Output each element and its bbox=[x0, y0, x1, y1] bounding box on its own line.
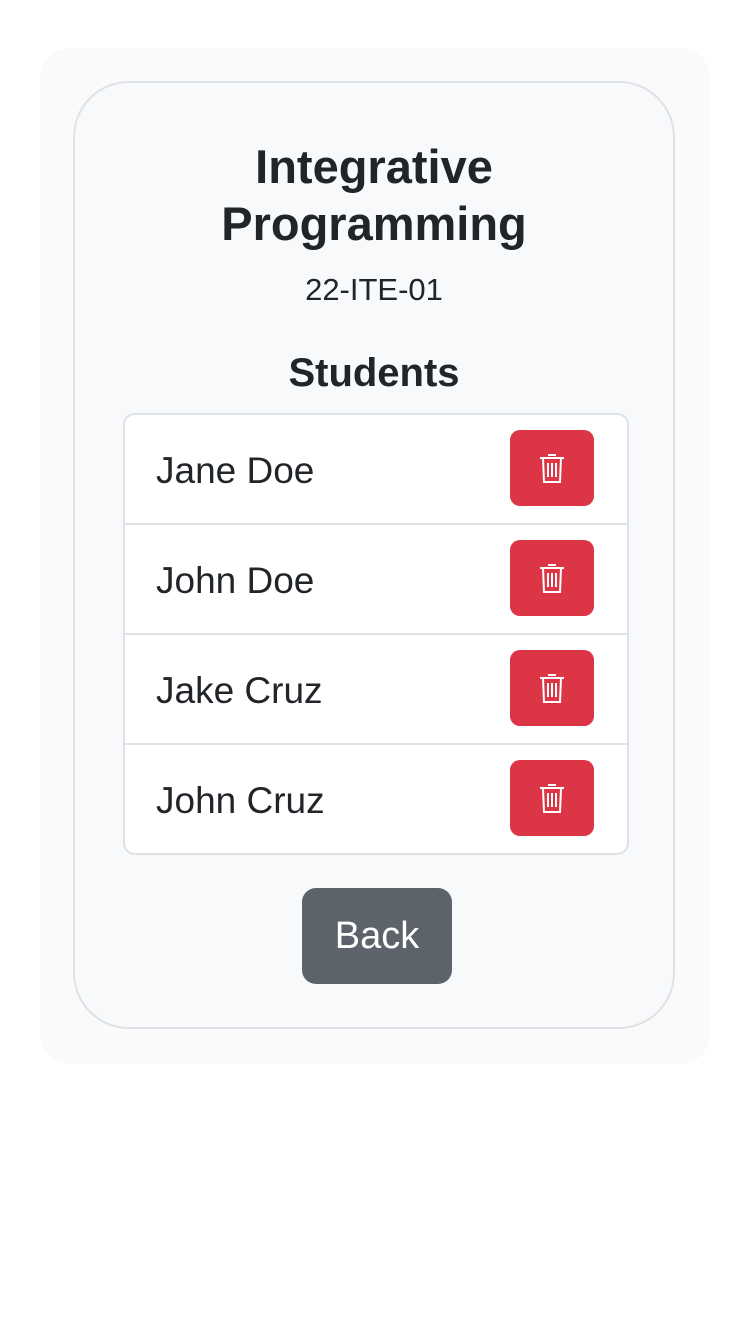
course-title-line-2: Programming bbox=[221, 197, 527, 250]
delete-student-button[interactable] bbox=[510, 760, 594, 836]
course-code: 22-ITE-01 bbox=[305, 272, 443, 307]
delete-student-button[interactable] bbox=[510, 430, 594, 506]
student-name: Jake Cruz bbox=[156, 670, 323, 711]
student-name: John Cruz bbox=[156, 780, 325, 821]
student-row: Jake Cruz bbox=[125, 635, 627, 745]
trash-icon bbox=[540, 564, 564, 593]
student-name: Jane Doe bbox=[156, 450, 315, 491]
student-row: John Doe bbox=[125, 525, 627, 635]
trash-icon bbox=[540, 784, 564, 813]
course-card: Integrative Programming 22-ITE-01 Studen… bbox=[73, 81, 675, 1029]
student-row: Jane Doe bbox=[125, 415, 627, 525]
student-list: Jane Doe John Doe Jake Cruz John Cruz bbox=[123, 413, 629, 855]
delete-student-button[interactable] bbox=[510, 650, 594, 726]
course-title: Integrative Programming bbox=[75, 138, 673, 252]
student-name: John Doe bbox=[156, 560, 315, 601]
students-heading: Students bbox=[288, 351, 460, 395]
student-row: John Cruz bbox=[125, 745, 627, 853]
trash-icon bbox=[540, 674, 564, 703]
course-title-line-1: Integrative bbox=[255, 140, 493, 193]
trash-icon bbox=[540, 454, 564, 483]
back-button[interactable]: Back bbox=[302, 888, 452, 984]
delete-student-button[interactable] bbox=[510, 540, 594, 616]
